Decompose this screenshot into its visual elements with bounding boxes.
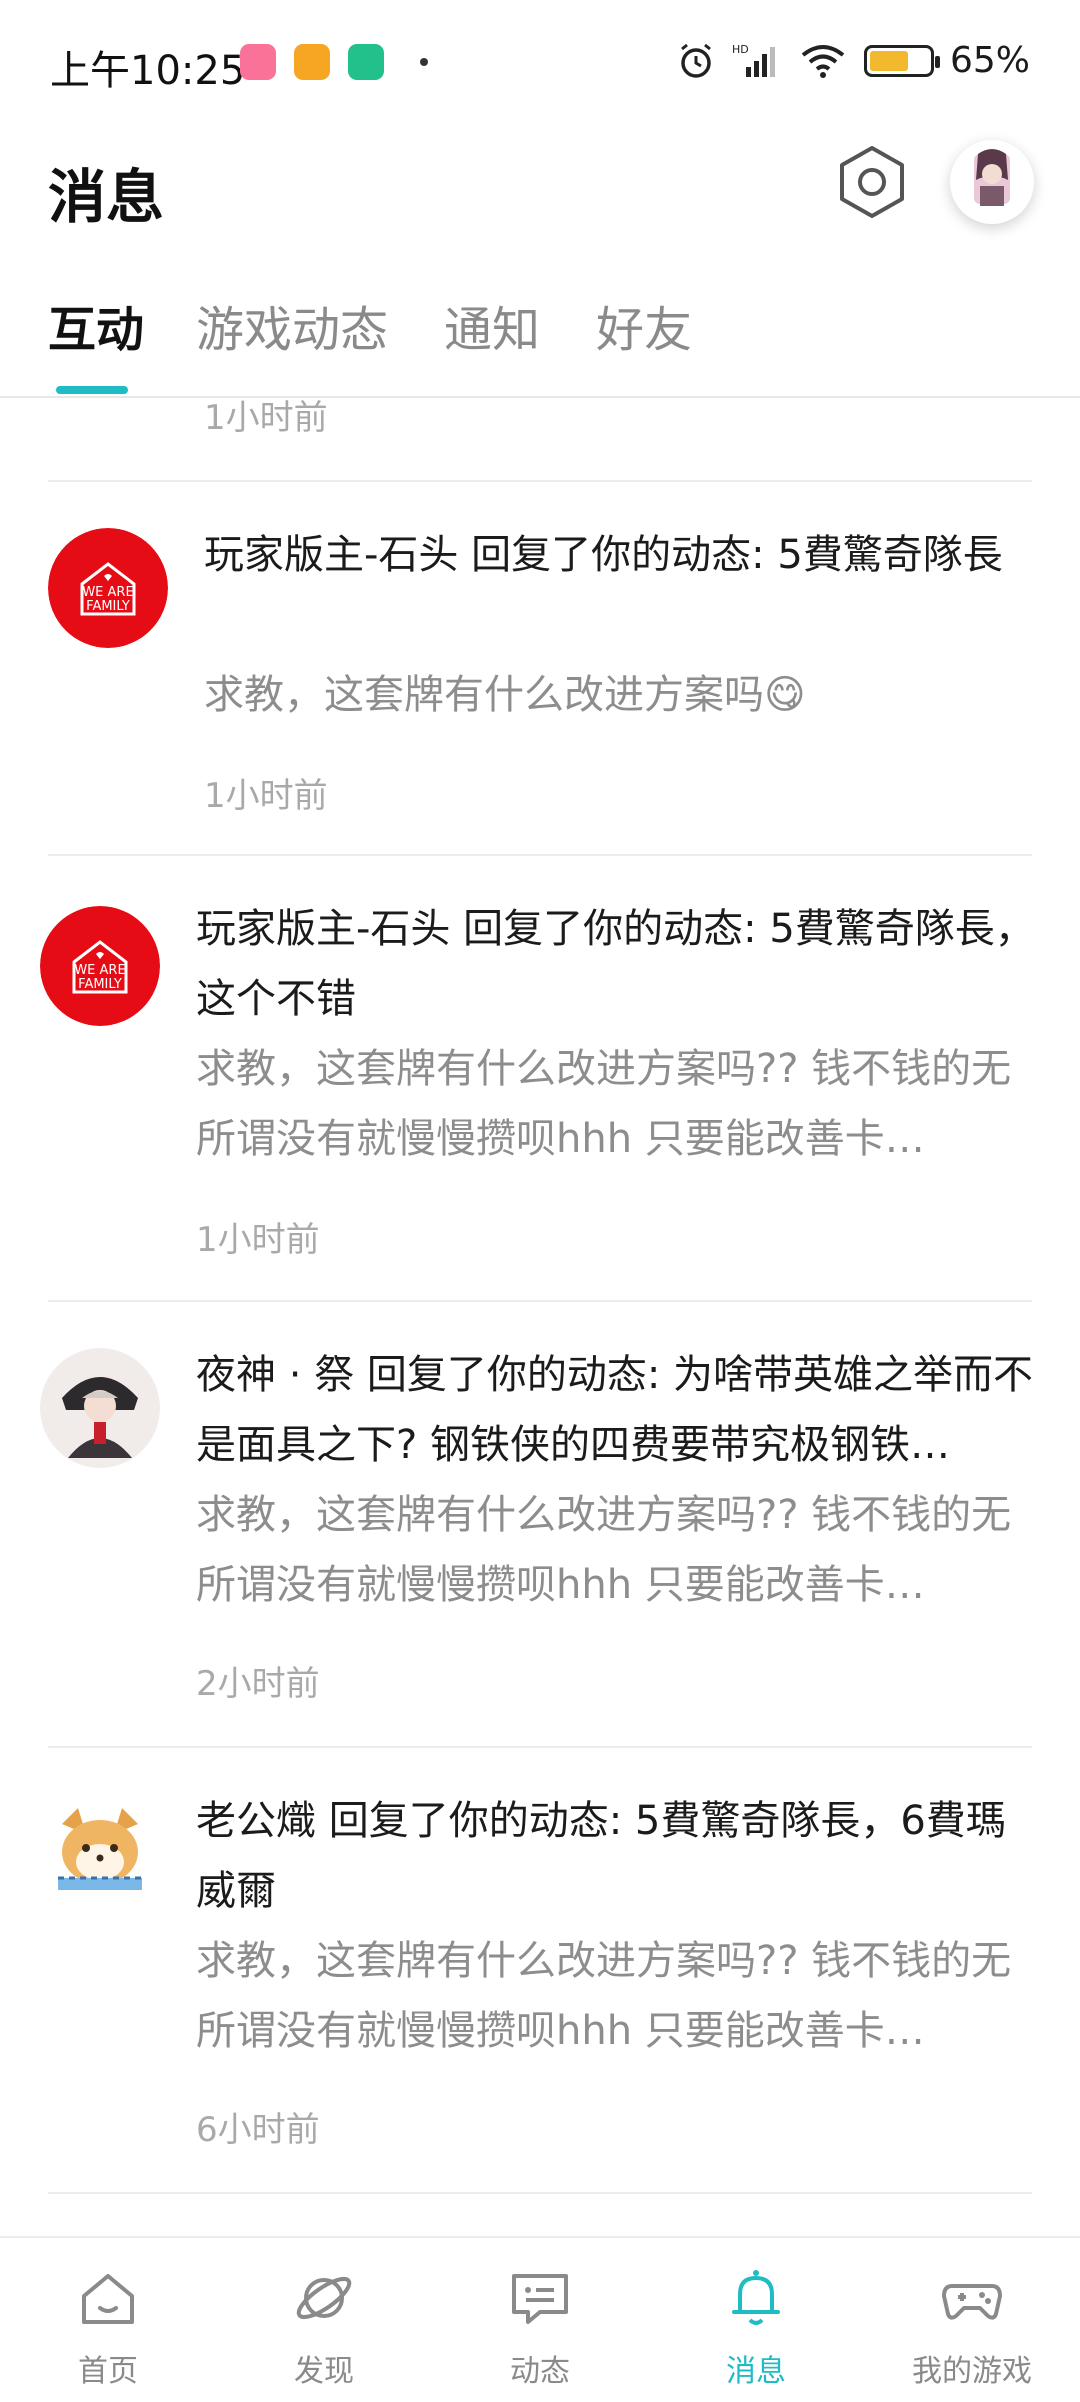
message-time: 6小时前: [196, 2110, 320, 2150]
svg-text:WE ARE: WE ARE: [82, 585, 133, 600]
nav-label: 消息: [726, 2354, 786, 2389]
sender-avatar[interactable]: [40, 1794, 160, 1914]
message-title: 玩家版主-石头 回复了你的动态: 5費驚奇隊長: [204, 532, 1003, 578]
shield-icon: [348, 44, 384, 80]
alarm-icon: [681, 43, 711, 78]
anime-girl-avatar: [40, 1348, 160, 1468]
nav-discover[interactable]: 发现: [216, 2238, 432, 2402]
svg-text:FAMILY: FAMILY: [86, 599, 130, 614]
message-time: 1小时前: [204, 776, 328, 816]
message-title: 夜神 · 祭 回复了你的动态: 为啥带英雄之举而不是面具之下? 钢铁侠的四费要带…: [196, 1352, 1034, 1468]
anime-girl-avatar-icon: [974, 149, 1010, 206]
tab-bar: 互动 游戏动态 通知 好友: [0, 290, 1080, 398]
home-icon: [82, 2274, 134, 2324]
page-header: 消息: [0, 130, 1080, 250]
status-app-icons: [240, 44, 384, 80]
sender-avatar[interactable]: WE ARE FAMILY: [40, 906, 160, 1026]
battery-percent: 65%: [949, 40, 1030, 81]
divider: [48, 480, 1032, 482]
bell-icon: [732, 2270, 780, 2325]
nav-my-games[interactable]: 我的游戏: [864, 2238, 1080, 2402]
sender-avatar[interactable]: WE ARE FAMILY: [48, 528, 168, 648]
divider: [48, 2192, 1032, 2194]
settings-button[interactable]: [830, 140, 914, 224]
settings-hexagon-icon: [840, 146, 904, 218]
svg-text:FAMILY: FAMILY: [78, 977, 122, 992]
message-body: 求教，这套牌有什么改进方案吗?? 钱不钱的无所谓没有就慢慢攒呗hhh 只要能改善…: [196, 1938, 1012, 2054]
divider: [48, 1746, 1032, 1748]
nav-label: 发现: [294, 2354, 354, 2389]
battery-icon: [863, 44, 940, 77]
bottom-navigation: 首页 发现 动态 消息 我的游戏: [0, 2236, 1080, 2402]
message-body: 求教，这套牌有什么改进方案吗?? 钱不钱的无所谓没有就慢慢攒呗hhh 只要能改善…: [196, 1046, 1012, 1162]
message-title: 老公熾 回复了你的动态: 5費驚奇隊長，6費瑪威爾: [196, 1798, 1006, 1914]
reader-icon: [294, 44, 330, 80]
message-time: 1小时前: [204, 398, 328, 438]
status-time: 上午10:25: [50, 48, 246, 94]
message-list[interactable]: 1小时前 WE ARE FAMILY 玩家版主-石头 回复了你的动态: 5費驚奇…: [0, 398, 1080, 2234]
divider: [48, 854, 1032, 856]
user-avatar[interactable]: [950, 140, 1034, 224]
nav-home[interactable]: 首页: [0, 2238, 216, 2402]
shiba-dog-avatar: [40, 1794, 160, 1914]
tab-friends[interactable]: 好友: [596, 290, 692, 360]
tab-interaction[interactable]: 互动: [48, 290, 144, 360]
message-body: 求教，这套牌有什么改进方案吗😋: [204, 672, 806, 718]
divider: [48, 1300, 1032, 1302]
status-right: HD 65%: [676, 40, 1030, 81]
tab-game-updates[interactable]: 游戏动态: [196, 290, 388, 360]
message-body: 求教，这套牌有什么改进方案吗?? 钱不钱的无所谓没有就慢慢攒呗hhh 只要能改善…: [196, 1492, 1012, 1608]
bilibili-icon: [240, 44, 276, 80]
nav-feed[interactable]: 动态: [432, 2238, 648, 2402]
nav-label: 我的游戏: [912, 2354, 1032, 2389]
message-time: 1小时前: [196, 1220, 320, 1260]
tab-notifications[interactable]: 通知: [444, 290, 540, 360]
nav-messages[interactable]: 消息: [648, 2238, 864, 2402]
signal-icon: HD: [732, 43, 775, 77]
tab-active-indicator: [56, 386, 128, 394]
planet-icon: [296, 2276, 352, 2320]
chat-icon: [512, 2274, 568, 2324]
wifi-icon: [801, 44, 845, 78]
svg-text:WE ARE: WE ARE: [74, 963, 125, 978]
message-title: 玩家版主-石头 回复了你的动态: 5費驚奇隊長，这个不错: [196, 906, 1035, 1022]
page-title: 消息: [48, 163, 165, 231]
notification-dot-icon: [420, 58, 428, 66]
message-time: 2小时前: [196, 1664, 320, 1704]
nav-label: 首页: [78, 2354, 138, 2389]
we-are-family-logo: WE ARE FAMILY: [40, 906, 160, 1026]
battery-fill: [869, 50, 908, 71]
svg-text:HD: HD: [732, 43, 749, 56]
status-bar: 上午10:25 HD 65%: [0, 0, 1080, 130]
we-are-family-logo: WE ARE FAMILY: [48, 528, 168, 648]
nav-label: 动态: [510, 2354, 570, 2389]
sender-avatar[interactable]: [40, 1348, 160, 1468]
gamepad-icon: [942, 2284, 1002, 2320]
